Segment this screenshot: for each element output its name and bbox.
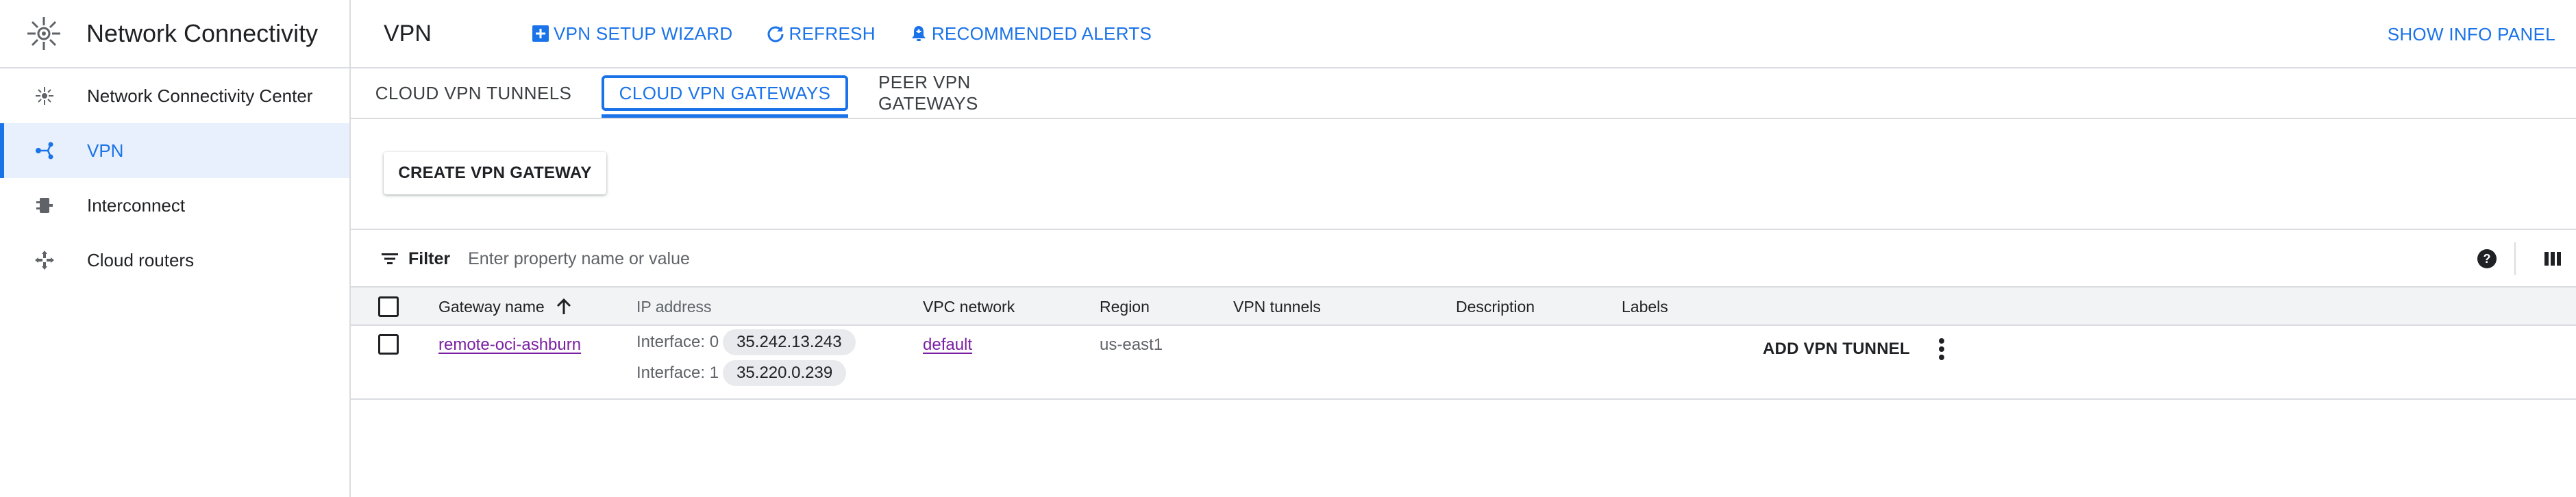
vpn-setup-wizard-button[interactable]: VPN SETUP WIZARD — [530, 23, 732, 44]
column-header-gateway-name[interactable]: Gateway name — [438, 288, 573, 326]
show-info-panel-button[interactable]: SHOW INFO PANEL — [2388, 0, 2555, 68]
sidebar-item-network-connectivity-center[interactable]: Network Connectivity Center — [0, 68, 349, 123]
tab-label: PEER VPN GATEWAYS — [878, 72, 978, 114]
column-header-description[interactable]: Description — [1456, 288, 1535, 326]
page-title: VPN — [384, 20, 432, 47]
interface-label: Interface: 0 — [636, 333, 719, 351]
table-header: Gateway name IP address VPC network Regi… — [351, 286, 2576, 326]
add-box-icon — [530, 23, 551, 44]
refresh-label: REFRESH — [789, 23, 876, 44]
column-display-options-icon[interactable] — [2539, 245, 2566, 272]
sidebar-header: Network Connectivity — [0, 0, 349, 68]
arrow-up-icon[interactable] — [554, 297, 573, 316]
recommended-alerts-button[interactable]: RECOMMENDED ALERTS — [908, 23, 1152, 44]
vpc-network-link[interactable]: default — [923, 335, 972, 355]
recommended-alerts-label: RECOMMENDED ALERTS — [931, 23, 1152, 44]
ip-address-chip: 35.242.13.243 — [723, 329, 856, 355]
interface-label: Interface: 1 — [636, 364, 719, 382]
product-name: Network Connectivity — [86, 19, 319, 47]
toolbar-separator — [2514, 242, 2516, 275]
tab-active-indicator — [602, 114, 848, 118]
tab-bar: CLOUD VPN TUNNELS CLOUD VPN GATEWAYS PEE… — [351, 68, 2576, 119]
gateway-name-link[interactable]: remote-oci-ashburn — [438, 335, 581, 355]
tab-cloud-vpn-gateways[interactable]: CLOUD VPN GATEWAYS — [602, 68, 848, 118]
tab-cloud-vpn-tunnels[interactable]: CLOUD VPN TUNNELS — [374, 68, 573, 118]
column-header-label: Gateway name — [438, 297, 545, 316]
sidebar-nav: Network Connectivity Center VPN Intercon… — [0, 68, 349, 288]
sidebar-item-label: Cloud routers — [87, 249, 195, 270]
interface-0: Interface: 0 35.242.13.243 — [636, 329, 856, 355]
create-vpn-gateway-button[interactable]: CREATE VPN GATEWAY — [384, 152, 606, 194]
sidebar-item-label: Network Connectivity Center — [87, 85, 313, 106]
tab-label: CLOUD VPN TUNNELS — [375, 82, 572, 103]
column-header-labels[interactable]: Labels — [1622, 288, 1668, 326]
column-header-ip-address: IP address — [636, 297, 712, 316]
hub-icon — [31, 82, 58, 110]
svg-text:?: ? — [2484, 252, 2491, 266]
router-icon — [31, 246, 58, 274]
row-select-checkbox[interactable] — [378, 334, 399, 355]
refresh-button[interactable]: REFRESH — [765, 23, 876, 44]
sidebar-item-cloud-routers[interactable]: Cloud routers — [0, 233, 349, 288]
tab-peer-vpn-gateways[interactable]: PEER VPN GATEWAYS — [878, 68, 1074, 118]
add-vpn-tunnel-button[interactable]: ADD VPN TUNNEL — [1763, 334, 1910, 364]
interconnect-icon — [31, 192, 58, 219]
interface-1: Interface: 1 35.220.0.239 — [636, 360, 847, 386]
network-connectivity-icon — [23, 13, 64, 54]
sidebar-item-interconnect[interactable]: Interconnect — [0, 178, 349, 233]
sidebar-item-label: Interconnect — [87, 194, 186, 216]
page-header: VPN VPN SETUP WIZARD REFRESH RECOMMENDED… — [351, 0, 2576, 68]
help-icon[interactable]: ? — [2473, 245, 2501, 272]
divider — [351, 229, 2576, 230]
filter-label: Filter — [408, 248, 451, 268]
ip-address-chip: 35.220.0.239 — [723, 360, 847, 386]
vpn-setup-wizard-label: VPN SETUP WIZARD — [554, 23, 733, 44]
filter-input[interactable] — [468, 244, 1496, 274]
sidebar: Network Connectivity Network Connectivit… — [0, 0, 351, 497]
column-header-vpn-tunnels[interactable]: VPN tunnels — [1233, 288, 1321, 326]
table-row: remote-oci-ashburn Interface: 0 35.242.1… — [351, 326, 2576, 400]
sidebar-item-vpn[interactable]: VPN — [0, 123, 349, 178]
column-header-vpc-network[interactable]: VPC network — [923, 288, 1015, 326]
region-value: us-east1 — [1100, 335, 1163, 354]
select-all-checkbox[interactable] — [378, 296, 399, 317]
sidebar-item-label: VPN — [87, 140, 124, 161]
tab-focus-ring — [602, 75, 848, 111]
column-header-region[interactable]: Region — [1100, 288, 1150, 326]
refresh-icon — [765, 23, 786, 44]
filter-icon — [378, 247, 401, 270]
more-vert-icon[interactable] — [1927, 334, 1957, 364]
alert-bell-icon — [908, 23, 929, 44]
filter-button[interactable]: Filter — [378, 247, 450, 270]
filter-bar: Filter ? — [351, 233, 2576, 285]
vpn-icon — [31, 137, 58, 164]
